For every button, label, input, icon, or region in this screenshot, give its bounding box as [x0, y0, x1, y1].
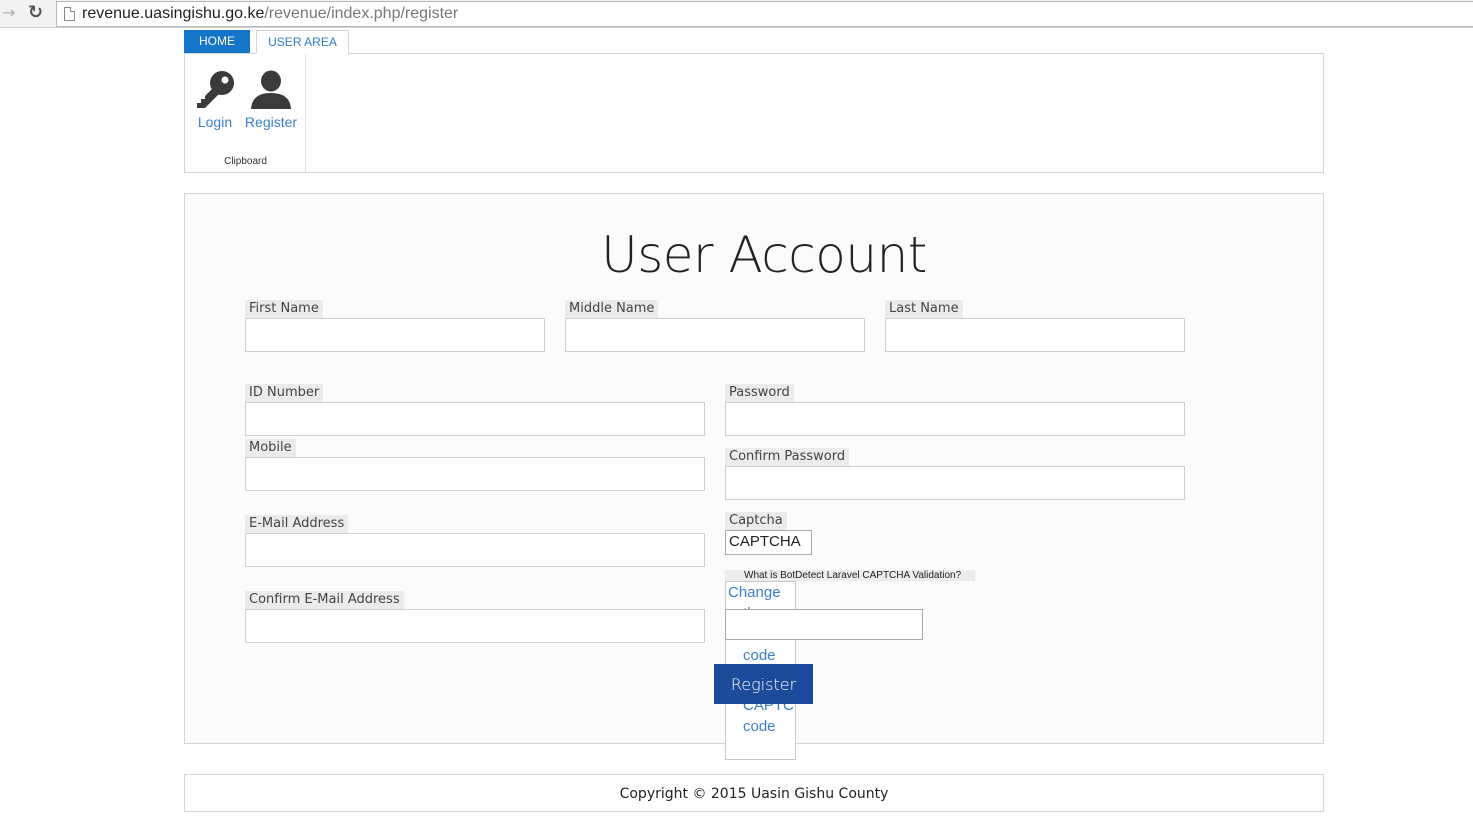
password-label: Password	[725, 384, 794, 402]
id-number-label: ID Number	[245, 384, 324, 402]
tab-user-area[interactable]: USER AREA	[256, 30, 349, 54]
captcha-image: CAPTCHA	[725, 530, 812, 555]
key-icon	[197, 71, 234, 108]
reload-icon[interactable]: ↻	[28, 2, 48, 24]
email-input[interactable]	[245, 533, 705, 567]
arrow-left-icon[interactable]: →	[2, 4, 18, 22]
captcha-help-link[interactable]: What is BotDetect Laravel CAPTCHA Valida…	[725, 570, 975, 581]
captcha-change-line: Change	[728, 584, 781, 601]
copyright-text: Copyright © 2015 Uasin Gishu County	[619, 786, 889, 802]
register-ribbon-button[interactable]: Register	[243, 70, 299, 130]
url-host: revenue.uasingishu.go.ke	[82, 5, 265, 22]
page-icon	[64, 7, 75, 21]
mobile-label: Mobile	[245, 439, 296, 457]
password-input[interactable]	[725, 402, 1185, 436]
footer: Copyright © 2015 Uasin Gishu County	[184, 774, 1324, 812]
page-title: User Account	[601, 226, 927, 284]
id-number-input[interactable]	[245, 402, 705, 436]
user-icon	[251, 70, 291, 109]
login-button[interactable]: Login	[192, 70, 238, 130]
ribbon-group-label: Clipboard	[224, 156, 267, 167]
tab-home[interactable]: HOME	[184, 30, 250, 54]
last-name-input[interactable]	[885, 318, 1185, 352]
register-button[interactable]: Register	[714, 664, 813, 704]
last-name-label: Last Name	[885, 300, 963, 318]
captcha-speak-line: code	[743, 718, 776, 735]
address-bar[interactable]: revenue.uasingishu.go.ke/revenue/index.p…	[56, 1, 1473, 27]
browser-toolbar: → ↻ revenue.uasingishu.go.ke/revenue/ind…	[0, 0, 1473, 28]
email-label: E-Mail Address	[245, 515, 349, 533]
confirm-email-label: Confirm E-Mail Address	[245, 591, 404, 609]
ribbon-group-clipboard: Login Register Clipboard	[185, 54, 306, 172]
first-name-label: First Name	[245, 300, 323, 318]
confirm-password-input[interactable]	[725, 466, 1185, 500]
mobile-input[interactable]	[245, 457, 705, 491]
middle-name-label: Middle Name	[565, 300, 659, 318]
login-label: Login	[197, 114, 233, 130]
register-label: Register	[244, 114, 298, 130]
confirm-email-input[interactable]	[245, 609, 705, 643]
first-name-input[interactable]	[245, 318, 545, 352]
captcha-input[interactable]	[725, 609, 923, 640]
url-text[interactable]: revenue.uasingishu.go.ke/revenue/index.p…	[82, 5, 458, 23]
captcha-label: Captcha	[725, 512, 787, 530]
ribbon-panel: Login Register Clipboard	[184, 53, 1324, 173]
middle-name-input[interactable]	[565, 318, 865, 352]
url-path: /revenue/index.php/register	[264, 5, 459, 22]
captcha-change-line: code	[743, 647, 776, 664]
confirm-password-label: Confirm Password	[725, 448, 850, 466]
